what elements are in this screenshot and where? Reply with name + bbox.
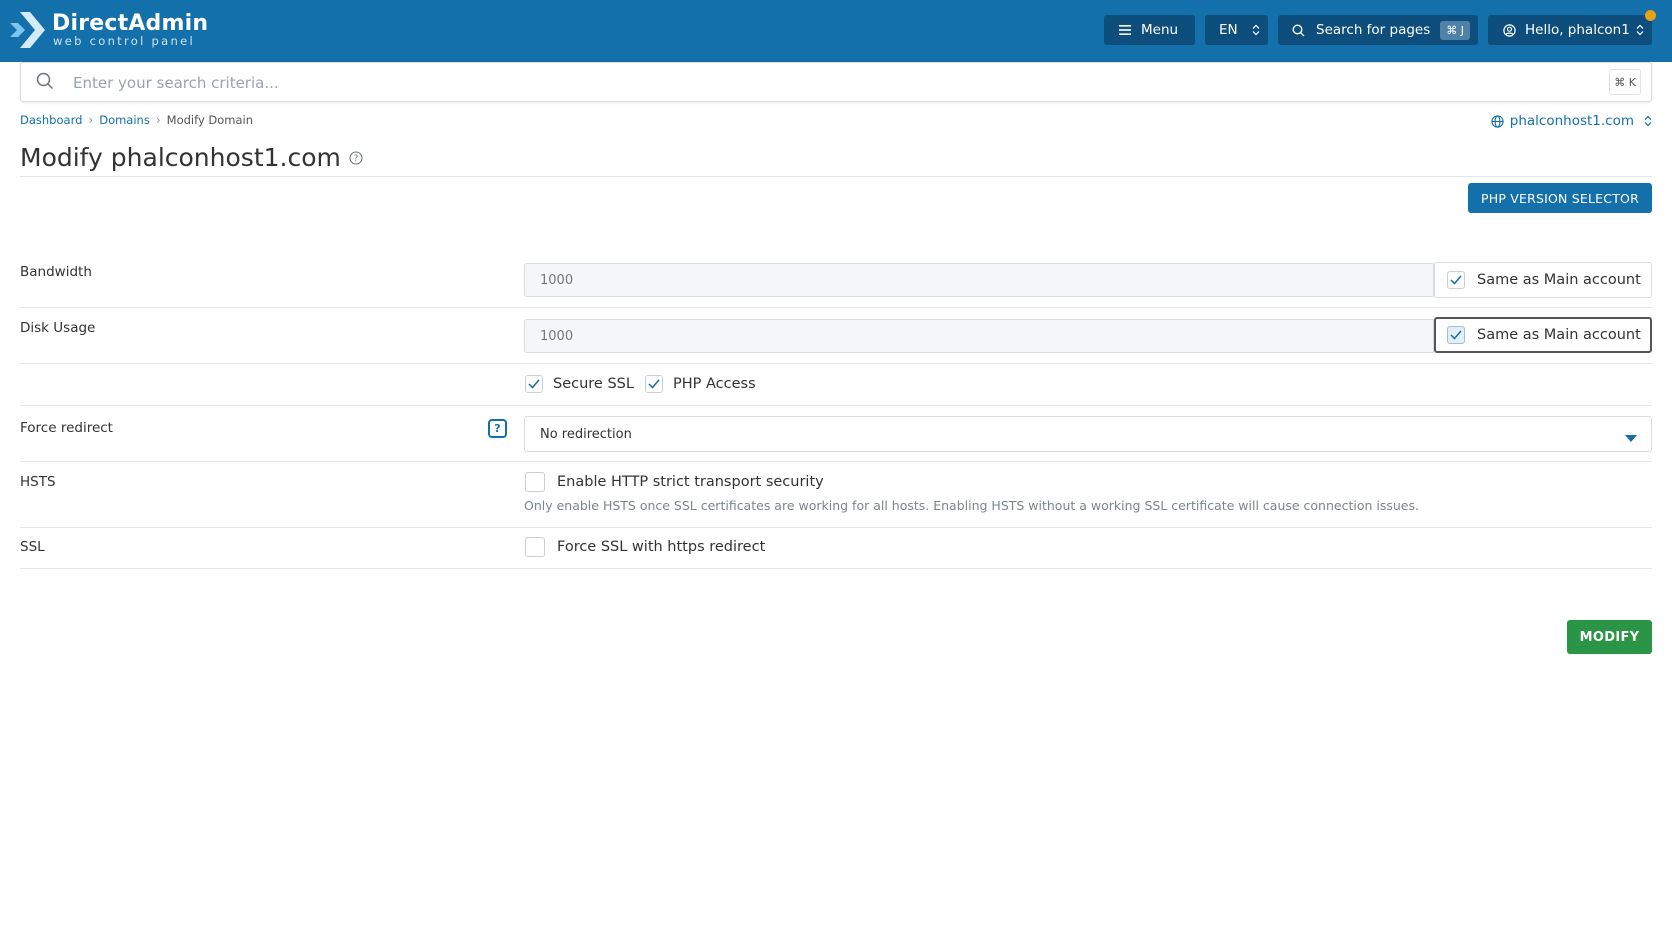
hamburger-icon — [1118, 24, 1132, 36]
chevron-updown-icon — [1636, 24, 1644, 36]
checkbox-checked[interactable] — [1447, 326, 1465, 344]
php-access-checkbox[interactable]: PHP Access — [645, 375, 756, 393]
checkbox-unchecked[interactable] — [525, 472, 545, 492]
divider — [20, 363, 1652, 364]
menu-label: Menu — [1141, 22, 1179, 38]
search-pages-label: Search for pages — [1316, 22, 1431, 38]
logo-name: DirectAdmin — [52, 11, 209, 36]
question-help-icon[interactable]: ? — [488, 419, 507, 438]
breadcrumb-current: Modify Domain — [166, 113, 254, 127]
breadcrumb-dashboard[interactable]: Dashboard — [20, 113, 82, 127]
svg-text:?: ? — [354, 154, 359, 164]
checkbox-checked[interactable] — [645, 375, 663, 393]
search-pages-button[interactable]: Search for pages ⌘ J — [1278, 15, 1478, 45]
disk-usage-same-as-main-checkbox[interactable]: Same as Main account — [1434, 317, 1652, 353]
notification-dot — [1645, 10, 1656, 21]
page-title-text: Modify phalconhost1.com — [20, 143, 341, 172]
page-title: Modify phalconhost1.com ? — [20, 143, 363, 172]
global-search-bar: ⌘ K — [20, 62, 1652, 102]
search-input[interactable] — [71, 71, 1475, 95]
hsts-checkbox[interactable]: Enable HTTP strict transport security — [525, 472, 824, 492]
chevron-right-icon: › — [88, 113, 94, 127]
ssl-label: SSL — [20, 539, 45, 555]
checkbox-checked[interactable] — [525, 375, 543, 393]
chevron-updown-icon — [1252, 24, 1260, 36]
search-icon — [36, 72, 54, 94]
divider — [20, 405, 1652, 406]
checkbox-checked[interactable] — [1447, 271, 1465, 289]
search-icon — [1292, 23, 1305, 37]
disk-usage-input[interactable]: 1000 — [524, 319, 1434, 353]
hsts-option-label: Enable HTTP strict transport security — [557, 474, 824, 490]
caret-down-icon — [1625, 431, 1637, 446]
divider — [20, 527, 1652, 528]
search-shortcut-badge: ⌘ K — [1609, 69, 1641, 95]
domain-selector-label: phalconhost1.com — [1509, 113, 1634, 129]
force-redirect-select[interactable]: No redirection — [524, 416, 1652, 452]
force-ssl-label: Force SSL with https redirect — [557, 539, 766, 555]
force-ssl-checkbox[interactable]: Force SSL with https redirect — [525, 537, 765, 557]
disk-usage-label: Disk Usage — [20, 320, 96, 336]
hsts-label: HSTS — [20, 474, 56, 490]
modify-button[interactable]: MODIFY — [1567, 620, 1652, 654]
logo-subtitle: web control panel — [53, 34, 195, 48]
menu-button[interactable]: Menu — [1104, 15, 1195, 45]
user-menu-button[interactable]: Hello, phalcon1 — [1488, 15, 1652, 45]
checkbox-unchecked[interactable] — [525, 537, 545, 557]
search-pages-shortcut: ⌘ J — [1440, 20, 1471, 40]
hsts-hint: Only enable HSTS once SSL certificates a… — [524, 498, 1419, 513]
secure-ssl-label: Secure SSL — [553, 376, 634, 392]
chevron-updown-icon — [1644, 115, 1652, 127]
language-select[interactable]: EN — [1205, 15, 1268, 45]
user-circle-icon — [1503, 23, 1516, 37]
secure-ssl-checkbox[interactable]: Secure SSL — [525, 375, 634, 393]
domain-selector[interactable]: phalconhost1.com — [1491, 113, 1652, 129]
force-redirect-label: Force redirect — [20, 420, 113, 436]
force-redirect-value: No redirection — [540, 426, 632, 442]
user-greeting: Hello, phalcon1 — [1525, 22, 1630, 38]
same-as-main-label: Same as Main account — [1477, 272, 1641, 288]
breadcrumb: Dashboard › Domains › Modify Domain — [20, 113, 253, 127]
same-as-main-label: Same as Main account — [1477, 327, 1641, 343]
globe-icon — [1491, 114, 1504, 128]
help-circle-icon[interactable]: ? — [349, 150, 363, 165]
chevron-right-icon: › — [155, 113, 161, 127]
divider — [20, 307, 1652, 308]
language-label: EN — [1219, 22, 1238, 38]
breadcrumb-domains[interactable]: Domains — [99, 113, 150, 127]
directadmin-logo[interactable]: DirectAdmin web control panel — [10, 10, 208, 52]
bandwidth-same-as-main-checkbox[interactable]: Same as Main account — [1434, 262, 1652, 298]
divider — [20, 176, 1652, 177]
bandwidth-input[interactable]: 1000 — [524, 263, 1434, 297]
php-version-selector-button[interactable]: PHP VERSION SELECTOR — [1468, 183, 1652, 213]
bandwidth-label: Bandwidth — [20, 264, 92, 280]
divider — [20, 461, 1652, 462]
logo-chevron-icon — [10, 12, 45, 48]
top-header: DirectAdmin web control panel Menu EN Se… — [0, 0, 1672, 62]
divider — [20, 568, 1652, 569]
php-access-label: PHP Access — [673, 376, 756, 392]
